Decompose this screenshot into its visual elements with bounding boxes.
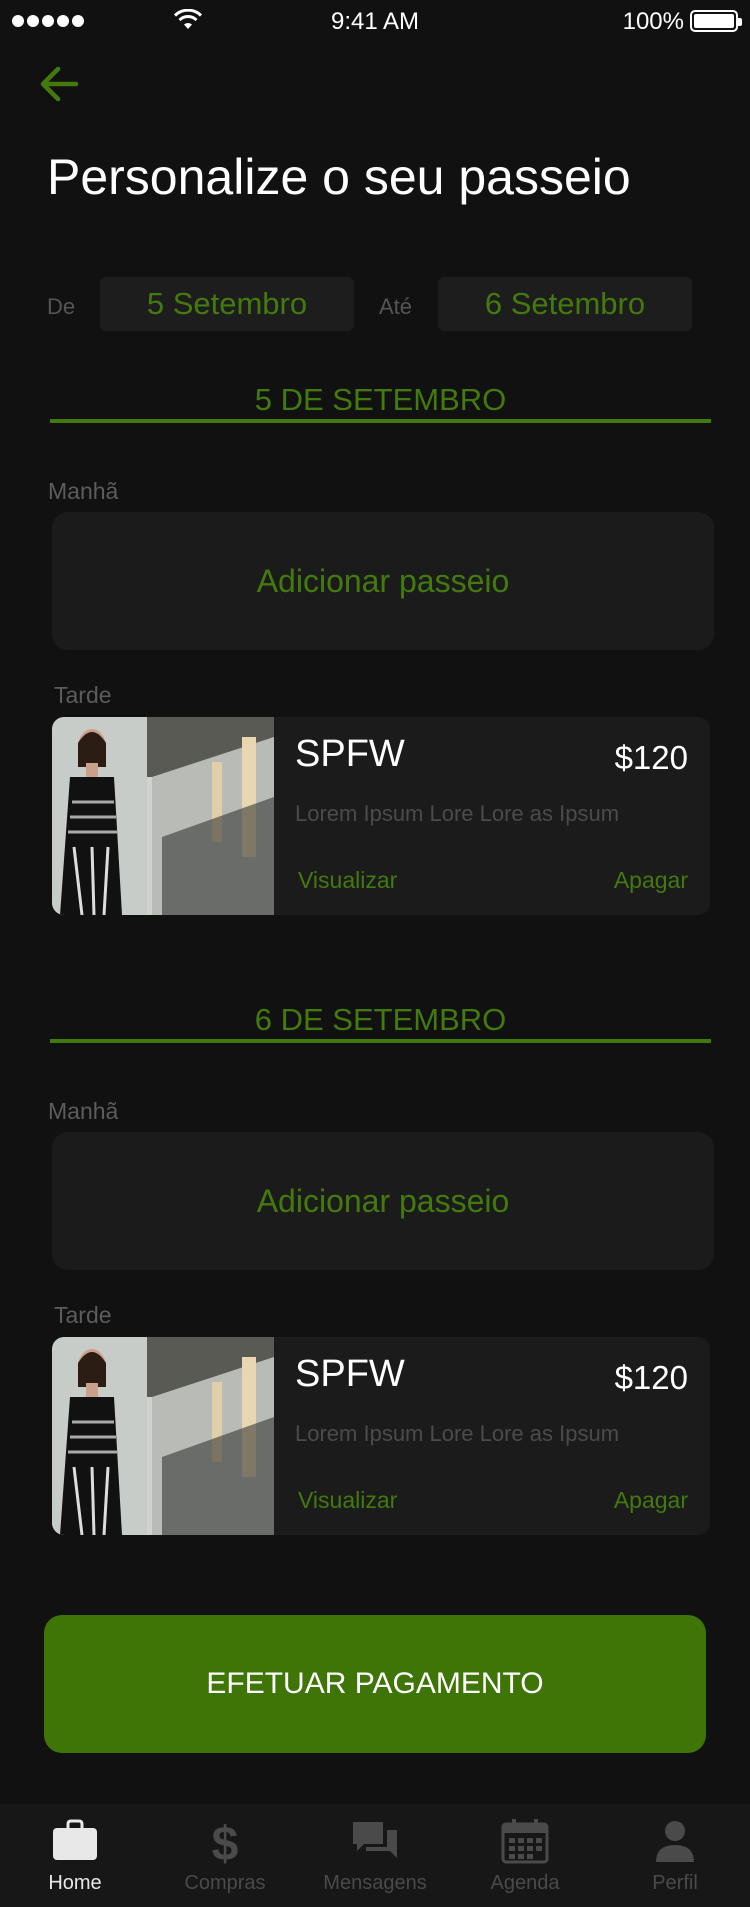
afternoon-label: Tarde bbox=[54, 1302, 112, 1328]
delete-tour-link[interactable]: Apagar bbox=[614, 1487, 688, 1514]
tab-mensagens[interactable]: Mensagens bbox=[300, 1804, 450, 1907]
from-date-field[interactable]: 5 Setembro bbox=[100, 277, 354, 331]
tour-price: $120 bbox=[614, 739, 688, 776]
view-tour-link[interactable]: Visualizar bbox=[298, 1487, 397, 1514]
tour-photo bbox=[52, 1337, 274, 1535]
tour-card[interactable]: SPFW $120 Lorem Ipsum Lore Lore as Ipsum… bbox=[52, 1337, 710, 1535]
delete-tour-link[interactable]: Apagar bbox=[614, 867, 688, 894]
tour-price: $120 bbox=[614, 1359, 688, 1396]
pay-button[interactable]: EFETUAR PAGAMENTO bbox=[44, 1615, 706, 1753]
day-header: 6 DE SETEMBRO bbox=[50, 1003, 711, 1043]
tour-name: SPFW bbox=[295, 733, 405, 775]
tour-photo bbox=[52, 717, 274, 915]
add-tour-button[interactable]: Adicionar passeio bbox=[52, 512, 714, 650]
tab-compras[interactable]: $ Compras bbox=[150, 1804, 300, 1907]
person-icon bbox=[656, 1821, 694, 1862]
tab-label: Perfil bbox=[652, 1872, 698, 1894]
add-tour-button[interactable]: Adicionar passeio bbox=[52, 1132, 714, 1270]
tab-label: Mensagens bbox=[323, 1872, 427, 1894]
battery-percent: 100% bbox=[622, 8, 684, 35]
tab-label: Agenda bbox=[490, 1872, 560, 1894]
chat-bubbles-icon bbox=[353, 1822, 397, 1858]
tour-card[interactable]: SPFW $120 Lorem Ipsum Lore Lore as Ipsum… bbox=[52, 717, 710, 915]
battery-icon bbox=[690, 10, 742, 32]
tab-label: Compras bbox=[184, 1872, 266, 1894]
dollar-icon: $ bbox=[212, 1818, 239, 1864]
briefcase-icon bbox=[53, 1819, 97, 1860]
to-date-field[interactable]: 6 Setembro bbox=[438, 277, 692, 331]
tour-description: Lorem Ipsum Lore Lore as Ipsum bbox=[295, 801, 620, 826]
from-label: De bbox=[47, 294, 76, 319]
view-tour-link[interactable]: Visualizar bbox=[298, 867, 397, 894]
tab-label: Home bbox=[48, 1872, 102, 1894]
tab-bar: Home $ Compras Mensagens Agenda Perfil bbox=[0, 1804, 750, 1907]
day-header: 5 DE SETEMBRO bbox=[50, 383, 711, 423]
tour-description: Lorem Ipsum Lore Lore as Ipsum bbox=[295, 1421, 620, 1446]
morning-label: Manhã bbox=[48, 478, 119, 504]
tab-agenda[interactable]: Agenda bbox=[450, 1804, 600, 1907]
morning-label: Manhã bbox=[48, 1098, 119, 1124]
to-label: Até bbox=[379, 294, 413, 319]
afternoon-label: Tarde bbox=[54, 682, 112, 708]
tour-name: SPFW bbox=[295, 1353, 405, 1395]
tab-perfil[interactable]: Perfil bbox=[600, 1804, 750, 1907]
svg-text:$: $ bbox=[212, 1818, 239, 1864]
tab-home[interactable]: Home bbox=[0, 1804, 150, 1907]
status-bar: 9:41 AM 100% bbox=[0, 0, 750, 44]
calendar-icon bbox=[501, 1819, 549, 1864]
back-arrow-icon[interactable] bbox=[36, 62, 84, 106]
page-title: Personalize o seu passeio bbox=[47, 149, 631, 205]
